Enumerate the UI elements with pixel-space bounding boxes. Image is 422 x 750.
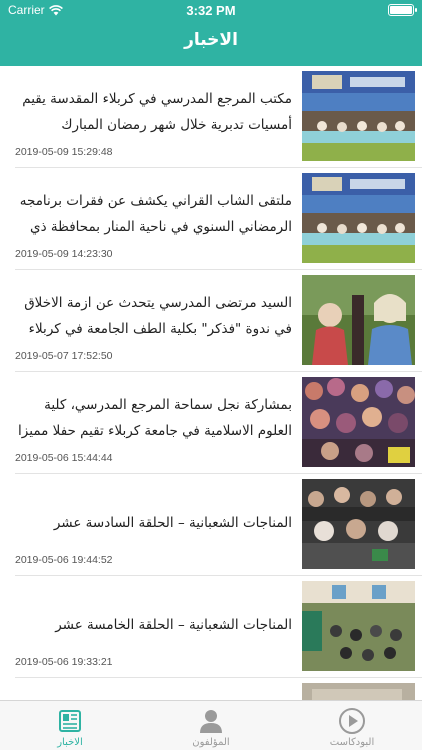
news-title: المناجات الشعبانية – الحلقة السادسة عشر (53, 515, 292, 531)
news-title: السيد مرتضى المدرسي يتحدث عن ازمة الاخلا… (24, 295, 292, 337)
news-item[interactable]: بمشاركة نجل سماحة المرجع المدرسي، كلية ا… (0, 372, 422, 474)
news-thumbnail (302, 377, 415, 467)
page-title: الاخبار (184, 30, 238, 50)
news-thumbnail (302, 71, 415, 161)
news-item[interactable]: السيد مرتضى المدرسي يتحدث عن ازمة الاخلا… (0, 270, 422, 372)
news-title: المناجات الشعبانية – الحلقة الخامسة عشر (55, 617, 292, 633)
tab-podcast-label: البودكاست (329, 737, 375, 748)
news-date: 2019-05-09 14:23:30 (15, 248, 113, 260)
news-thumbnail (302, 275, 415, 365)
news-list[interactable]: مكتب المرجع المدرسي في كربلاء المقدسة يق… (0, 66, 422, 700)
tab-podcast[interactable]: البودكاست (282, 701, 422, 750)
news-date: 2019-05-06 19:33:21 (15, 656, 113, 668)
person-icon (200, 710, 222, 733)
news-item[interactable]: المناجات الشعبانية – الحلقة الخامسة عشر … (0, 576, 422, 678)
news-icon (59, 710, 81, 732)
status-time: 3:32 PM (186, 3, 236, 18)
battery-icon (388, 4, 417, 16)
tab-authors[interactable]: المؤلفون (141, 701, 281, 750)
news-thumbnail (302, 581, 415, 671)
tab-news-label: الاخبار (57, 737, 83, 748)
news-item[interactable]: ملتقى الشاب القراني يكشف عن فقرات برنامج… (0, 168, 422, 270)
news-thumbnail (302, 173, 415, 263)
news-title: ملتقى الشاب القراني يكشف عن فقرات برنامج… (19, 193, 292, 235)
play-icon (339, 708, 365, 734)
news-title: مكتب المرجع المدرسي في كربلاء المقدسة يق… (22, 91, 292, 133)
news-date: 2019-05-09 15:29:48 (15, 146, 113, 158)
news-title: بمشاركة نجل سماحة المرجع المدرسي، كلية ا… (18, 397, 292, 439)
navigation-header: Carrier 3:32 PM الاخبار (0, 0, 422, 66)
tab-bar: الاخبار المؤلفون البودكاست (0, 700, 422, 750)
news-item[interactable] (0, 678, 422, 700)
status-bar: Carrier 3:32 PM (0, 0, 422, 20)
news-date: 2019-05-06 19:44:52 (15, 554, 113, 566)
news-thumbnail (302, 479, 415, 569)
news-item[interactable]: المناجات الشعبانية – الحلقة السادسة عشر … (0, 474, 422, 576)
news-date: 2019-05-07 17:52:50 (15, 350, 113, 362)
tab-authors-label: المؤلفون (192, 737, 230, 748)
news-date: 2019-05-06 15:44:44 (15, 452, 113, 464)
news-item[interactable]: مكتب المرجع المدرسي في كربلاء المقدسة يق… (0, 66, 422, 168)
tab-news[interactable]: الاخبار (0, 701, 140, 750)
news-thumbnail (302, 683, 415, 700)
